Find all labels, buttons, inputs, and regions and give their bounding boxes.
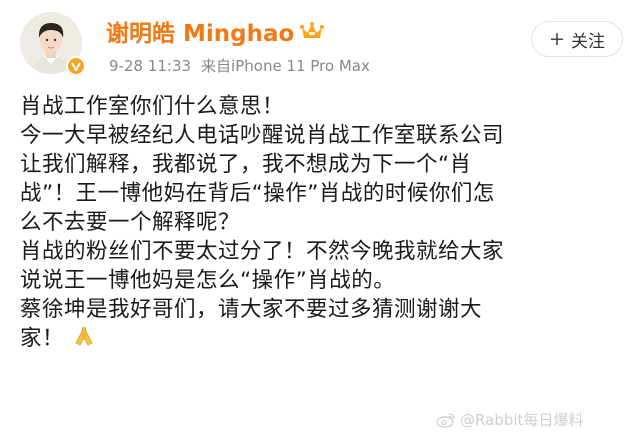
post-time: 9-28 11:33	[109, 57, 192, 75]
folded-hands-icon	[72, 324, 96, 356]
post-line: 今一大早被经纪人电话吵醒说肖战工作室联系公司	[20, 123, 505, 148]
post-line: 肖战的粉丝们不要太过分了！不然今晚我就给大家	[20, 239, 505, 264]
post-line: 战”！王一博他妈在背后“操作”肖战的时候你们怎	[20, 181, 495, 206]
post-content: 肖战工作室你们什么意思！ 今一大早被经纪人电话吵醒说肖战工作室联系公司 让我们解…	[20, 92, 626, 356]
post-source[interactable]: 来自iPhone 11 Pro Max	[201, 57, 370, 75]
post-header: 谢明皓 Minghao 9-28 11:33 来自iPhone 11 Pro Ma…	[0, 0, 640, 86]
follow-label: 关注	[570, 31, 605, 52]
username-row: 谢明皓 Minghao	[106, 14, 325, 48]
watermark-text: @Rabbit每日爆料	[460, 411, 584, 429]
post-line: 肖战工作室你们什么意思！	[20, 94, 285, 119]
post-line: 让我们解释，我都说了，我不想成为下一个“肖	[20, 152, 472, 177]
verified-badge-icon	[66, 56, 86, 76]
username[interactable]: 谢明皓 Minghao	[106, 14, 294, 48]
watermark: @Rabbit每日爆料	[436, 409, 583, 430]
post-line: 家！	[20, 326, 65, 351]
post-line-last: 家！	[20, 324, 626, 356]
weibo-logo-icon	[436, 412, 456, 428]
crown-icon	[300, 21, 325, 41]
plus-icon: +	[549, 28, 565, 50]
post-line: 说说王一博他妈是怎么“操作”肖战的。	[20, 268, 396, 293]
post-meta: 9-28 11:33 来自iPhone 11 Pro Max	[109, 55, 370, 76]
follow-button[interactable]: + 关注	[531, 21, 623, 57]
post-line: 么不去要一个解释呢？	[20, 210, 241, 235]
post-line: 蔡徐坤是我好哥们，请大家不要过多猜测谢谢大	[20, 297, 483, 322]
